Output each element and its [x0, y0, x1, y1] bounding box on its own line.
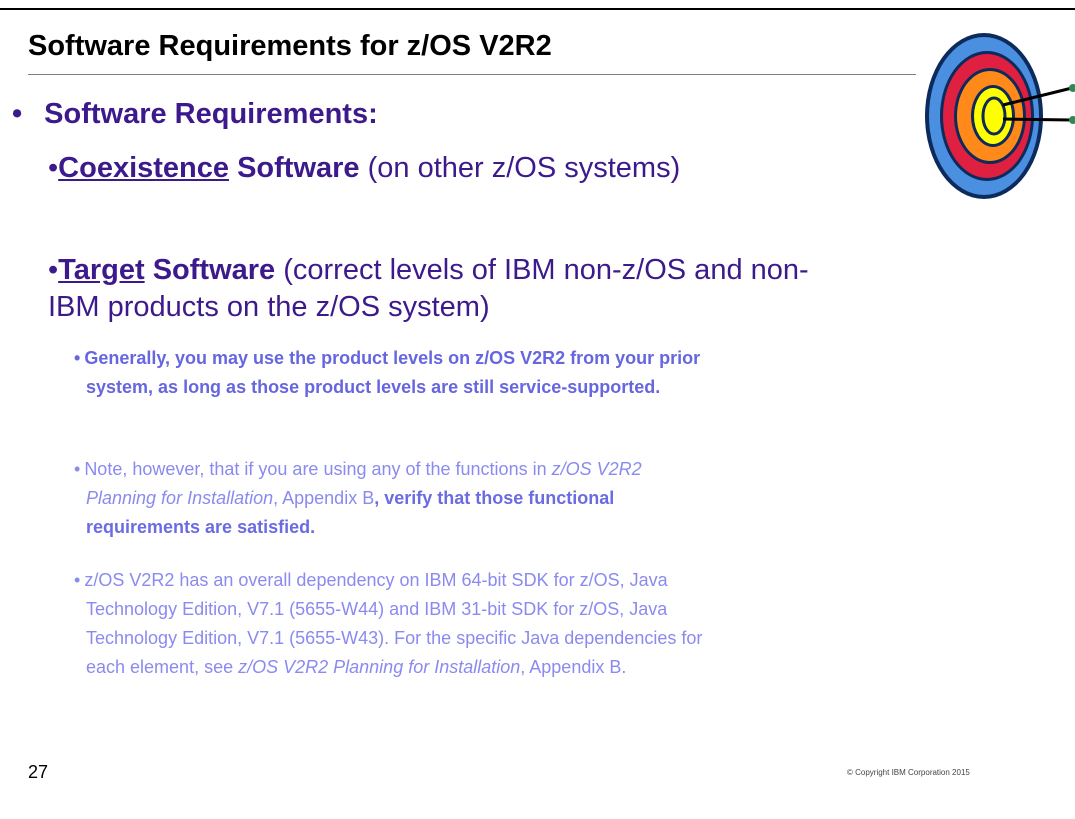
bullet: • — [48, 152, 59, 184]
sub3-line4-text: each element, see — [86, 657, 239, 677]
bullet: • — [74, 459, 81, 479]
sub3-line2: Technology Edition, V7.1 (5655-W44) and … — [86, 599, 668, 619]
bullet: • — [74, 570, 81, 590]
sub2-line1-text: Note, however, that if you are using any… — [84, 459, 552, 479]
bullet: • — [12, 98, 23, 130]
sub1-line1: Generally, you may use the product level… — [84, 348, 701, 368]
target-detail: (correct levels of IBM non-z/OS and non- — [275, 254, 809, 286]
top-rule — [0, 8, 1075, 10]
sub2-line2-text: , Appendix B — [273, 488, 375, 508]
coexistence-detail: (on other z/OS systems) — [359, 152, 681, 184]
bullet: • — [74, 348, 81, 368]
sub2-line1-italic: z/OS V2R2 — [551, 459, 642, 479]
sub3-line1: z/OS V2R2 has an overall dependency on I… — [84, 570, 668, 590]
target-term: Target — [58, 254, 145, 286]
slide-title: Software Requirements for z/OS V2R2 — [28, 30, 552, 62]
target-detail-continued: IBM products on the z/OS system) — [48, 291, 490, 323]
sub2-line2-bold: , verify that those functional — [374, 488, 615, 508]
sub3-line4-italic: z/OS V2R2 Planning for Installation — [238, 657, 521, 677]
coexistence-bullet: •Coexistence Software (on other z/OS sys… — [48, 152, 680, 185]
heading-text: Software Requirements: — [44, 98, 378, 130]
software-word: Software — [229, 152, 360, 184]
sub-bullet-java-dependency: • z/OS V2R2 has an overall dependency on … — [74, 566, 702, 682]
software-requirements-heading: • Software Requirements: — [12, 98, 378, 131]
sub3-line3: Technology Edition, V7.1 (5655-W43). For… — [86, 628, 703, 648]
copyright-notice: © Copyright IBM Corporation 2015 — [847, 768, 970, 777]
sub-bullet-appendix-note: • Note, however, that if you are using an… — [74, 455, 642, 542]
coexistence-term: Coexistence — [58, 152, 230, 184]
sub3-line4-end: , Appendix B. — [520, 657, 627, 677]
title-rule — [28, 74, 916, 75]
sub-bullet-product-levels: • Generally, you may use the product leve… — [74, 344, 700, 402]
page-number: 27 — [28, 762, 49, 782]
bullet: • — [48, 254, 59, 286]
sub2-line3-bold: requirements are satisfied. — [86, 517, 316, 537]
target-icon — [925, 33, 1075, 199]
sub1-line2: system, as long as those product levels … — [86, 377, 661, 397]
sub2-line2-italic: Planning for Installation — [86, 488, 274, 508]
target-bullet: •Target Software (correct levels of IBM … — [48, 250, 809, 291]
software-word: Software — [144, 254, 276, 286]
